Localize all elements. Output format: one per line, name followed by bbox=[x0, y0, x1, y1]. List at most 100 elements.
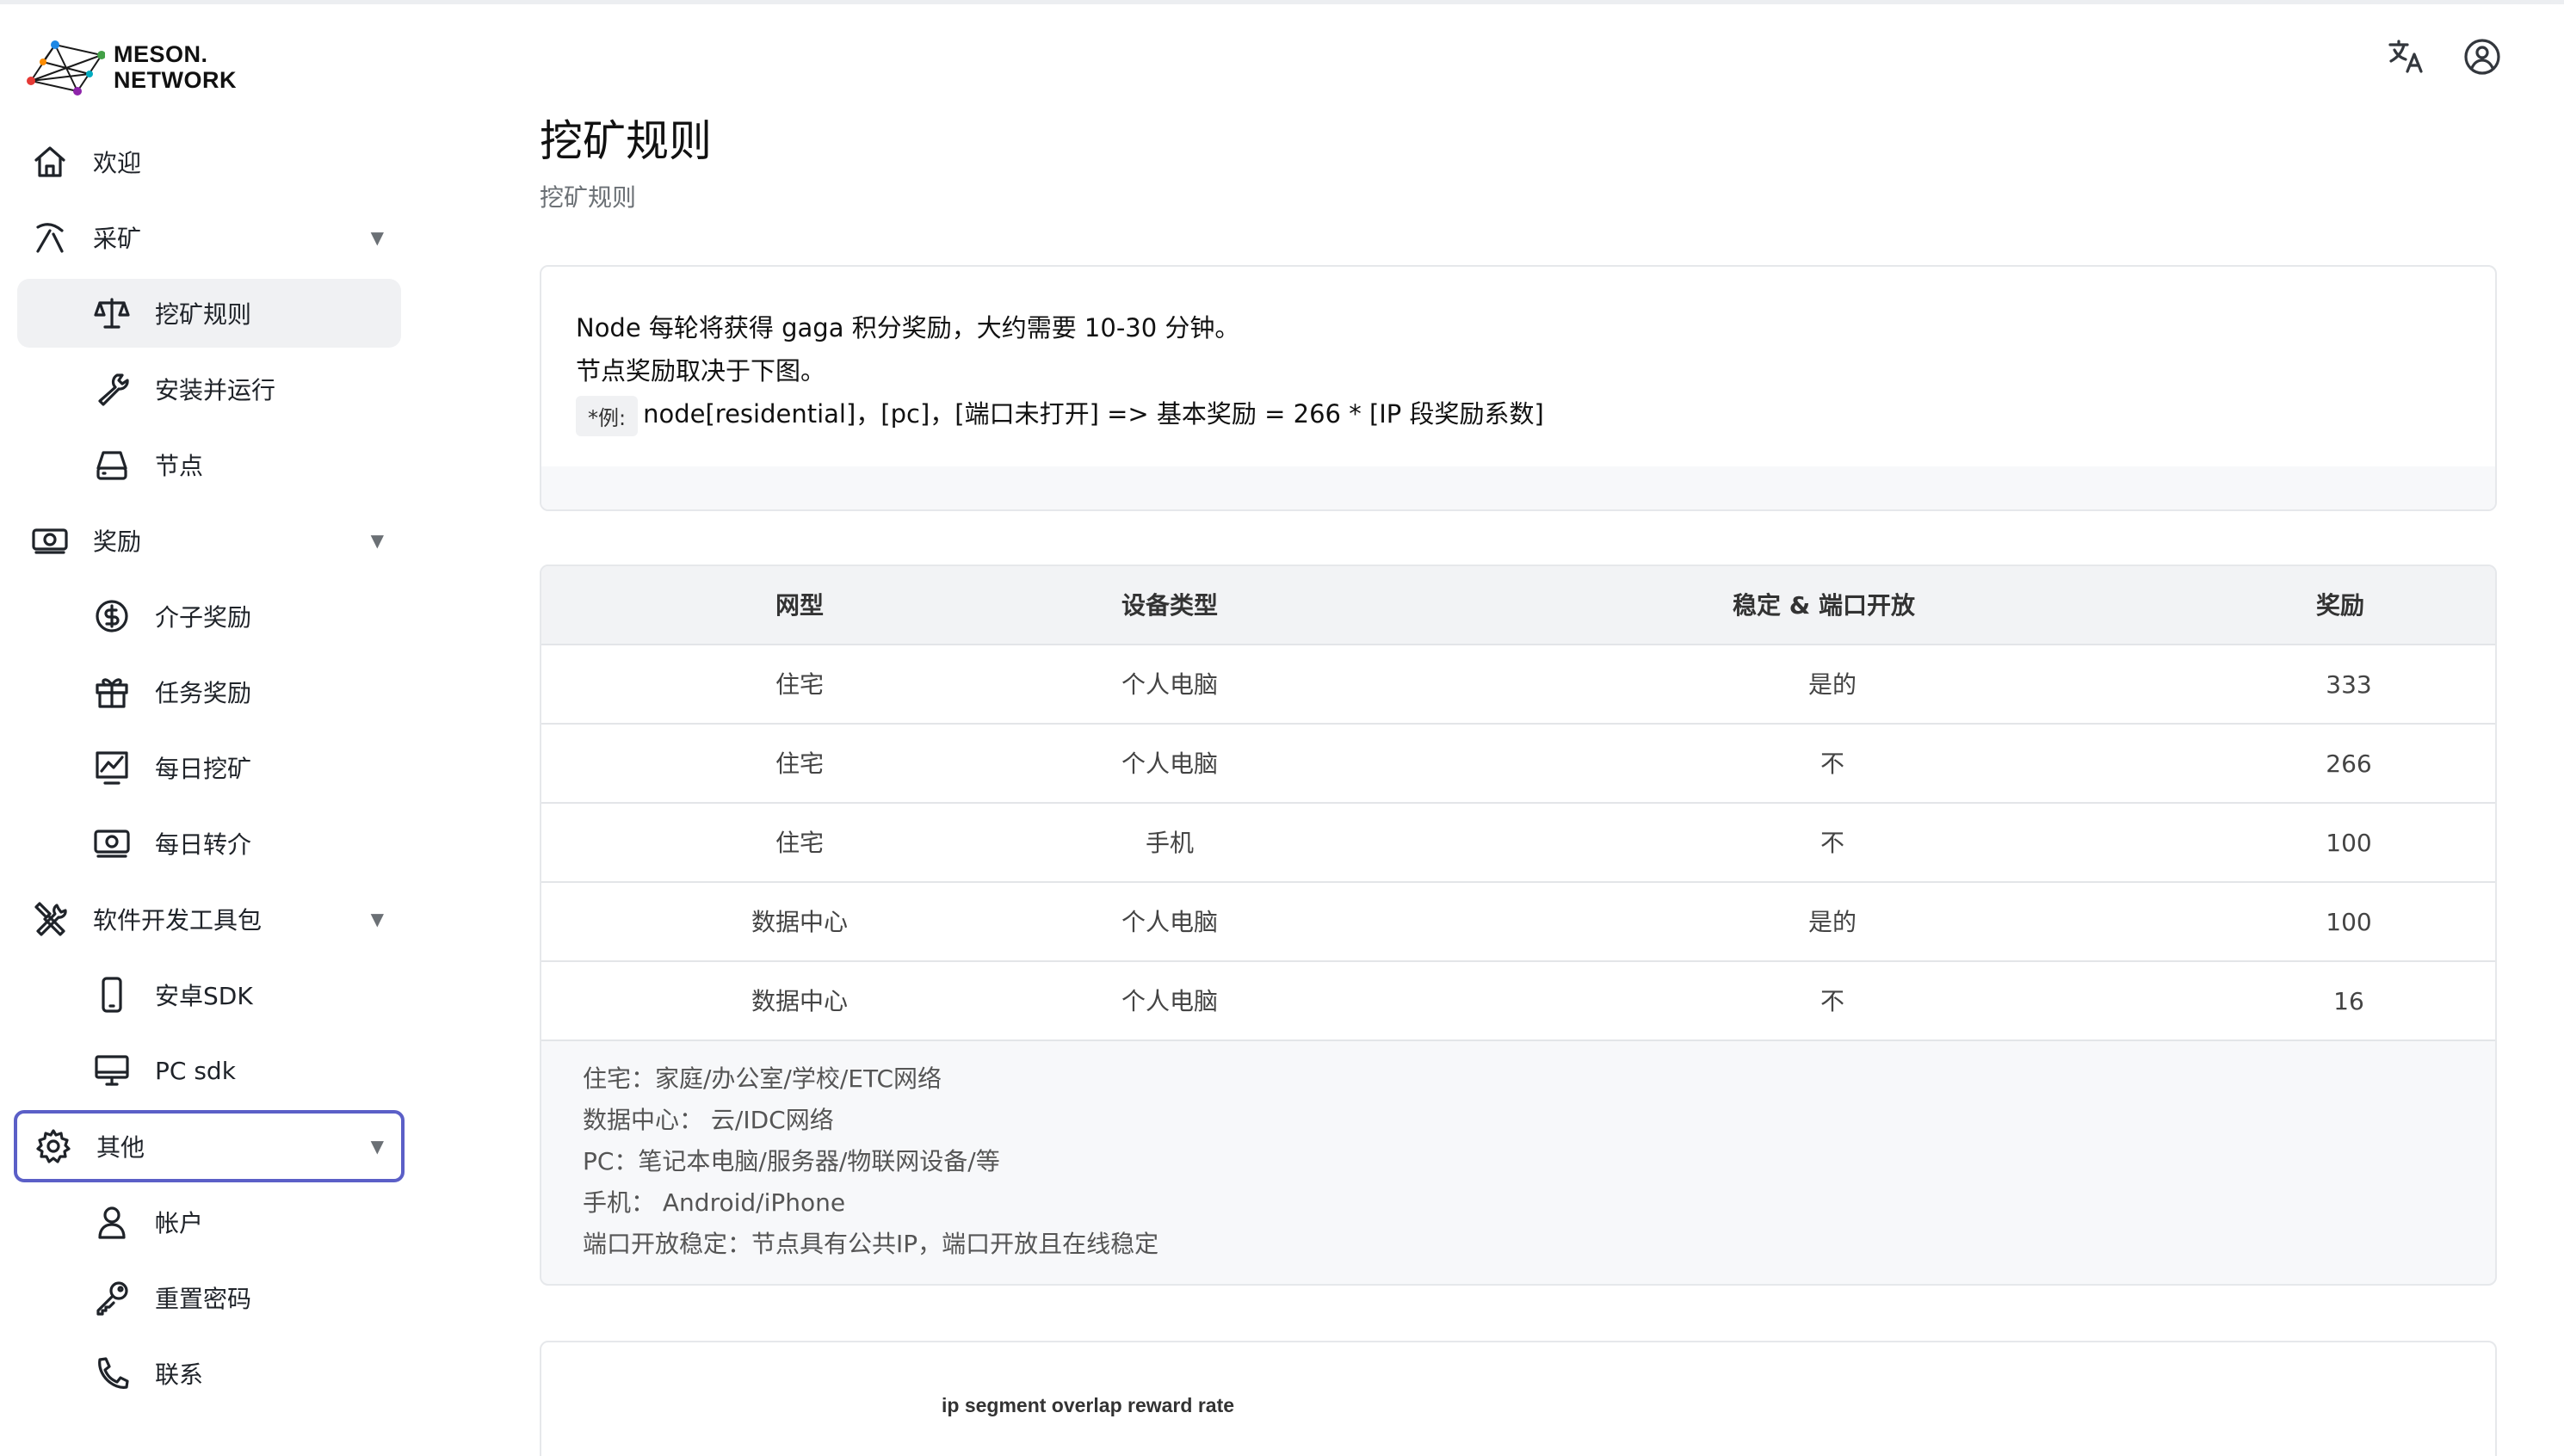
sidebar-item-label: 安卓SDK bbox=[155, 982, 253, 1010]
sidebar-item-welcome[interactable]: 欢迎 bbox=[29, 127, 401, 196]
cell-network: 住宅 bbox=[775, 829, 824, 857]
note-datacenter: 数据中心： 云/IDC网络 bbox=[583, 1106, 834, 1134]
card-footer bbox=[541, 466, 2495, 509]
key-icon bbox=[91, 1277, 133, 1318]
table-row: 住宅 个人电脑 是的 333 bbox=[541, 645, 2495, 725]
table-row: 数据中心 个人电脑 是的 100 bbox=[541, 883, 2495, 962]
sidebar-group-rewards[interactable]: 奖励 ▼ bbox=[29, 506, 401, 575]
cell-reward: 266 bbox=[2326, 750, 2372, 778]
cell-reward: 100 bbox=[2326, 908, 2372, 936]
home-icon bbox=[29, 141, 71, 182]
sidebar-item-daily-referral[interactable]: 每日转介 bbox=[17, 809, 401, 878]
dollar-circle-icon bbox=[91, 595, 133, 637]
cell-device: 个人电脑 bbox=[1121, 750, 1218, 778]
brand-logo[interactable]: MESON. NETWORK bbox=[26, 33, 237, 102]
sidebar-item-pc-sdk[interactable]: PC sdk bbox=[17, 1036, 401, 1105]
sidebar-item-label: 每日转介 bbox=[155, 830, 252, 859]
sidebar-item-label: 节点 bbox=[155, 452, 204, 480]
cell-reward: 100 bbox=[2326, 829, 2372, 857]
column-header-reward: 奖励 bbox=[2315, 591, 2364, 620]
example-text: node[residential]，[pc]，[端口未打开] => 基本奖励 =… bbox=[643, 399, 1544, 429]
reward-table: 网型 设备类型 稳定 & 端口开放 奖励 住宅 个人电脑 是的 333 住宅 个… bbox=[540, 565, 2497, 1286]
pickaxe-icon bbox=[29, 217, 71, 258]
note-pc: PC：笔记本电脑/服务器/物联网设备/等 bbox=[583, 1147, 1000, 1175]
wrench-icon bbox=[91, 368, 133, 410]
sidebar-item-label: 重置密码 bbox=[155, 1285, 252, 1313]
table-notes: 住宅：家庭/办公室/学校/ETC网络 数据中心： 云/IDC网络 PC：笔记本电… bbox=[583, 1058, 1158, 1265]
sidebar-item-label: 每日挖矿 bbox=[155, 755, 252, 783]
brand-line-1: MESON. bbox=[114, 41, 208, 67]
column-header-device: 设备类型 bbox=[1121, 591, 1218, 620]
sidebar-item-android-sdk[interactable]: 安卓SDK bbox=[17, 960, 401, 1029]
sidebar: MESON. NETWORK 欢迎 采矿 ▼ 挖矿规则 安装并运行 节点 奖励 … bbox=[0, 0, 422, 1456]
info-line-1: Node 每轮将获得 gaga 积分奖励，大约需要 10-30 分钟。 bbox=[576, 313, 1240, 342]
sidebar-item-install[interactable]: 安装并运行 bbox=[17, 355, 401, 423]
sidebar-item-label: 软件开发工具包 bbox=[93, 906, 263, 935]
overlap-chart-card: ip segment overlap reward rate bbox=[540, 1341, 2497, 1456]
sidebar-group-other[interactable]: 其他 ▼ bbox=[14, 1110, 405, 1182]
sidebar-item-account[interactable]: 帐户 bbox=[17, 1188, 401, 1256]
cell-device: 手机 bbox=[1145, 829, 1194, 857]
cell-stable-port: 是的 bbox=[1807, 670, 1857, 699]
sidebar-item-label: 其他 bbox=[96, 1133, 145, 1162]
sidebar-item-label: 安装并运行 bbox=[155, 376, 276, 404]
cell-network: 住宅 bbox=[775, 750, 824, 778]
column-header-network: 网型 bbox=[775, 591, 824, 620]
sidebar-item-label: 挖矿规则 bbox=[155, 300, 252, 329]
column-header-stable-port: 稳定 & 端口开放 bbox=[1733, 591, 1915, 620]
info-example: *例: node[residential]，[pc]，[端口未打开] => 基本奖… bbox=[576, 394, 1544, 436]
cell-network: 住宅 bbox=[775, 670, 824, 699]
cell-stable-port: 不 bbox=[1820, 987, 1844, 1015]
sidebar-item-reset-password[interactable]: 重置密码 bbox=[17, 1263, 401, 1332]
sidebar-item-label: 联系 bbox=[155, 1360, 204, 1389]
chevron-down-icon: ▼ bbox=[370, 530, 384, 551]
info-card: Node 每轮将获得 gaga 积分奖励，大约需要 10-30 分钟。 节点奖励… bbox=[540, 265, 2497, 511]
gift-icon bbox=[91, 671, 133, 713]
sidebar-item-label: 奖励 bbox=[93, 527, 142, 556]
tools-icon bbox=[29, 898, 71, 940]
sidebar-item-nodes[interactable]: 节点 bbox=[17, 430, 401, 499]
hard-drive-icon bbox=[91, 444, 133, 485]
cell-reward: 333 bbox=[2326, 670, 2372, 699]
phone-icon bbox=[91, 974, 133, 1015]
user-icon[interactable] bbox=[2460, 34, 2505, 79]
cell-device: 个人电脑 bbox=[1121, 670, 1218, 699]
sidebar-item-daily-mining[interactable]: 每日挖矿 bbox=[17, 733, 401, 802]
page-title: 挖矿规则 bbox=[540, 116, 712, 166]
phone-call-icon bbox=[91, 1353, 133, 1394]
breadcrumb: 挖矿规则 bbox=[540, 183, 637, 212]
info-line-2: 节点奖励取决于下图。 bbox=[576, 356, 826, 386]
chevron-down-icon: ▼ bbox=[370, 227, 384, 248]
sidebar-item-referral-rewards[interactable]: 介子奖励 bbox=[17, 582, 401, 651]
cell-device: 个人电脑 bbox=[1121, 987, 1218, 1015]
example-tag: *例: bbox=[576, 395, 639, 436]
table-row: 数据中心 个人电脑 不 16 bbox=[541, 962, 2495, 1041]
cell-network: 数据中心 bbox=[751, 908, 848, 936]
sidebar-item-mining-rules[interactable]: 挖矿规则 bbox=[17, 279, 401, 348]
cell-stable-port: 不 bbox=[1820, 750, 1844, 778]
cell-stable-port: 是的 bbox=[1807, 908, 1857, 936]
sidebar-item-label: 欢迎 bbox=[93, 149, 142, 177]
note-mobile: 手机： Android/iPhone bbox=[583, 1188, 846, 1217]
cell-reward: 16 bbox=[2333, 987, 2364, 1015]
note-residential: 住宅：家庭/办公室/学校/ETC网络 bbox=[583, 1064, 942, 1093]
money-icon bbox=[91, 823, 133, 864]
chart-board-icon bbox=[91, 747, 133, 788]
chevron-down-icon: ▼ bbox=[370, 909, 384, 929]
sidebar-group-sdk[interactable]: 软件开发工具包 ▼ bbox=[29, 885, 401, 953]
sidebar-item-task-rewards[interactable]: 任务奖励 bbox=[17, 657, 401, 726]
cell-device: 个人电脑 bbox=[1121, 908, 1218, 936]
sidebar-group-mining[interactable]: 采矿 ▼ bbox=[29, 203, 401, 272]
table-row: 住宅 手机 不 100 bbox=[541, 804, 2495, 883]
translate-icon[interactable] bbox=[2384, 34, 2429, 79]
note-port-stable: 端口开放稳定：节点具有公共IP，端口开放且在线稳定 bbox=[583, 1230, 1159, 1258]
sidebar-item-contact[interactable]: 联系 bbox=[17, 1339, 401, 1408]
chevron-down-icon: ▼ bbox=[370, 1136, 384, 1157]
sidebar-item-label: 介子奖励 bbox=[155, 603, 252, 632]
sidebar-item-label: PC sdk bbox=[155, 1056, 236, 1085]
brand-line-2: NETWORK bbox=[114, 67, 237, 93]
user-icon bbox=[91, 1201, 133, 1243]
sidebar-item-label: 任务奖励 bbox=[155, 679, 252, 707]
meson-logo-icon bbox=[27, 40, 105, 96]
chart-title: ip segment overlap reward rate bbox=[942, 1394, 1235, 1416]
